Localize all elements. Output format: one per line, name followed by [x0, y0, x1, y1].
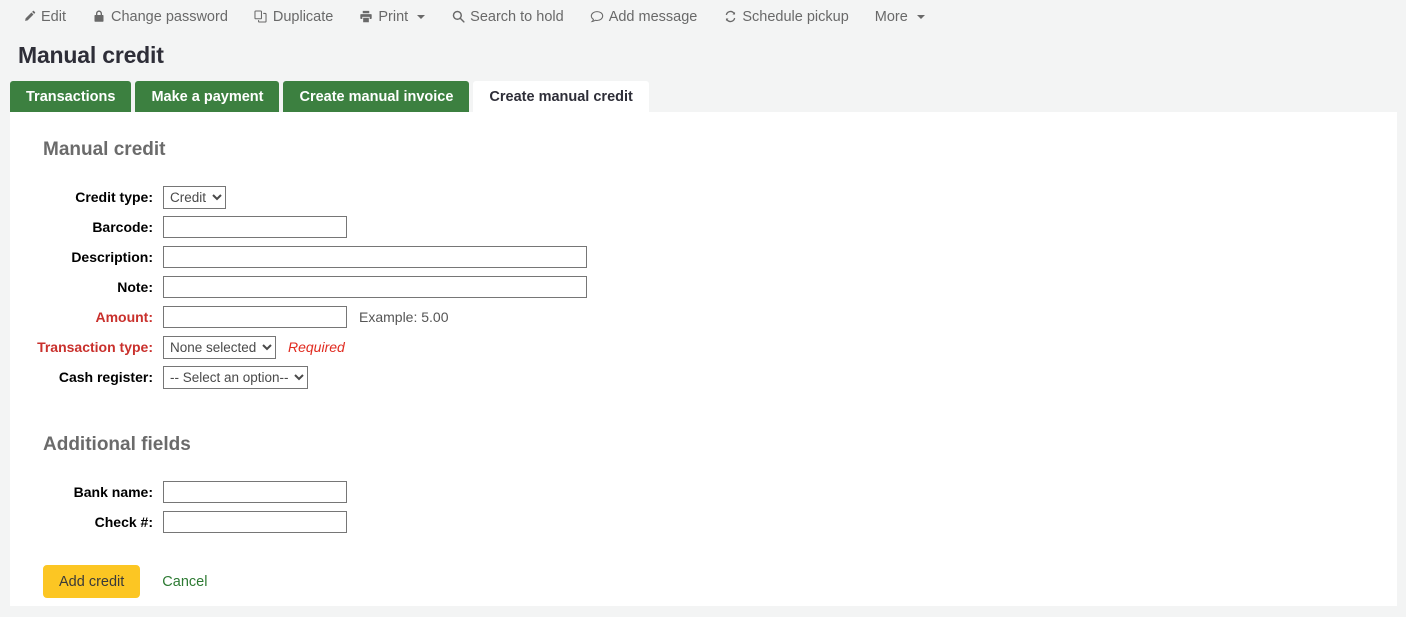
form-row-barcode: Barcode: [10, 212, 1397, 242]
amount-hint: Example: 5.00 [359, 309, 449, 325]
comment-icon [590, 10, 604, 24]
toolbar-item-print[interactable]: Print [359, 9, 425, 25]
form-row-amount: Amount: Example: 5.00 [10, 302, 1397, 332]
label-barcode: Barcode: [10, 219, 163, 235]
bank-name-input[interactable] [163, 481, 347, 503]
label-check-number: Check #: [10, 514, 163, 530]
form-row-check-number: Check #: [10, 507, 1397, 537]
content-panel: Manual credit Credit type:CreditBarcode:… [10, 112, 1397, 606]
chevron-down-icon [917, 15, 925, 19]
label-note: Note: [10, 279, 163, 295]
additional-fields-fieldset: Bank name: Check #: [10, 477, 1397, 537]
toolbar-item-label: Change password [111, 9, 228, 25]
toolbar-item-label: Search to hold [470, 9, 564, 25]
transaction-type-select[interactable]: None selected [163, 336, 276, 359]
form-row-cash-register: Cash register:-- Select an option-- [10, 362, 1397, 392]
toolbar-item-label: Duplicate [273, 9, 333, 25]
cash-register-select[interactable]: -- Select an option-- [163, 366, 308, 389]
credit-type-select[interactable]: Credit [163, 186, 226, 209]
section-title-manual-credit: Manual credit [43, 139, 1397, 161]
toolbar-item-label: Print [378, 9, 408, 25]
label-transaction-type: Transaction type: [10, 339, 163, 355]
chevron-down-icon [417, 15, 425, 19]
toolbar-item-schedule-pickup[interactable]: Schedule pickup [723, 9, 848, 25]
toolbar-item-label: Add message [609, 9, 698, 25]
form-row-description: Description: [10, 242, 1397, 272]
refresh-icon [723, 10, 737, 24]
search-icon [451, 10, 465, 24]
note-input[interactable] [163, 276, 587, 298]
action-toolbar: Edit Change password Duplicate Print Search … [0, 0, 1406, 33]
section-title-additional-fields: Additional fields [43, 434, 1397, 456]
description-input[interactable] [163, 246, 587, 268]
label-credit-type: Credit type: [10, 189, 163, 205]
tab-bar: TransactionsMake a paymentCreate manual … [10, 81, 1406, 112]
cancel-link[interactable]: Cancel [162, 574, 207, 590]
form-row-note: Note: [10, 272, 1397, 302]
barcode-input[interactable] [163, 216, 347, 238]
toolbar-item-more[interactable]: More [875, 9, 925, 25]
label-amount: Amount: [10, 309, 163, 325]
tab-create-manual-invoice[interactable]: Create manual invoice [283, 81, 469, 112]
toolbar-item-change-password[interactable]: Change password [92, 9, 228, 25]
toolbar-item-search-to-hold[interactable]: Search to hold [451, 9, 564, 25]
tab-transactions[interactable]: Transactions [10, 81, 131, 112]
tab-make-a-payment[interactable]: Make a payment [135, 81, 279, 112]
page-title: Manual credit [18, 42, 1406, 69]
section-spacer [10, 392, 1397, 434]
label-description: Description: [10, 249, 163, 265]
toolbar-item-label: Edit [41, 9, 66, 25]
toolbar-item-label: Schedule pickup [742, 9, 848, 25]
check-number-input[interactable] [163, 511, 347, 533]
form-row-bank-name: Bank name: [10, 477, 1397, 507]
amount-input[interactable] [163, 306, 347, 328]
toolbar-item-add-message[interactable]: Add message [590, 9, 698, 25]
actions-spacer [10, 537, 1397, 565]
tab-create-manual-credit[interactable]: Create manual credit [473, 81, 648, 112]
toolbar-item-duplicate[interactable]: Duplicate [254, 9, 333, 25]
form-actions: Add credit Cancel [43, 565, 1397, 598]
lock-icon [92, 10, 106, 24]
copy-icon [254, 10, 268, 24]
printer-icon [359, 10, 373, 24]
label-cash-register: Cash register: [10, 369, 163, 385]
manual-credit-fieldset: Credit type:CreditBarcode:Description:No… [10, 182, 1397, 392]
add-credit-button[interactable]: Add credit [43, 565, 140, 598]
transaction-type-required-note: Required [288, 339, 345, 355]
label-bank-name: Bank name: [10, 484, 163, 500]
pencil-icon [22, 10, 36, 24]
toolbar-item-edit[interactable]: Edit [22, 9, 66, 25]
form-row-transaction-type: Transaction type:None selected Required [10, 332, 1397, 362]
form-row-credit-type: Credit type:Credit [10, 182, 1397, 212]
toolbar-item-label: More [875, 9, 908, 25]
